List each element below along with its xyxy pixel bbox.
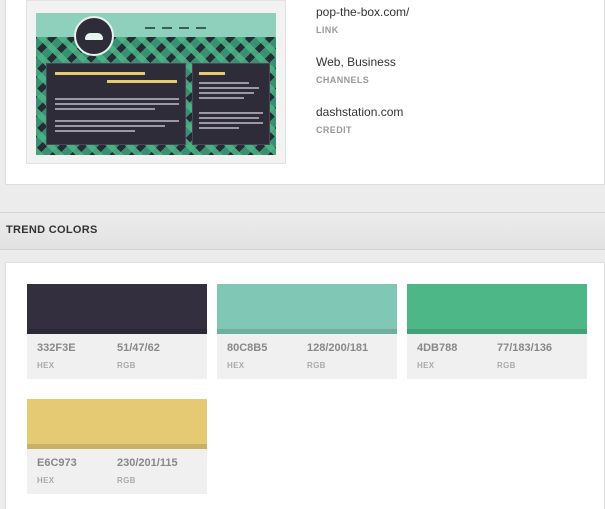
credit-value[interactable]: dashstation.com <box>316 105 403 119</box>
hex-value: 332F3E <box>37 342 76 354</box>
channels-detail: Web, Business CHANNELS <box>316 55 396 85</box>
color-chip[interactable] <box>217 284 397 334</box>
credit-detail: dashstation.com CREDIT <box>316 105 403 135</box>
trend-colors-card: 332F3E 51/47/62 HEX RGB 80C8B5 128/200/1… <box>5 262 605 509</box>
site-thumbnail[interactable] <box>36 13 276 155</box>
rgb-label: RGB <box>117 361 136 370</box>
color-chip[interactable] <box>27 284 207 334</box>
rgb-label: RGB <box>307 361 326 370</box>
channels-value[interactable]: Web, Business <box>316 55 396 69</box>
hex-label: HEX <box>37 476 55 485</box>
thumbnail-services-panel <box>192 63 270 145</box>
link-label: LINK <box>316 25 339 35</box>
color-chip[interactable] <box>407 284 587 334</box>
hex-value: 80C8B5 <box>227 342 268 354</box>
hex-label: HEX <box>227 361 245 370</box>
credit-label: CREDIT <box>316 125 352 135</box>
trend-colors-header: TREND COLORS <box>0 212 605 250</box>
section-title: TREND COLORS <box>6 224 98 236</box>
rgb-label: RGB <box>497 361 516 370</box>
thumbnail-logo <box>74 16 114 56</box>
thumbnail-content-panel <box>46 63 186 145</box>
hex-label: HEX <box>37 361 55 370</box>
site-thumbnail-frame[interactable] <box>26 0 286 164</box>
rgb-value: 128/200/181 <box>307 342 369 354</box>
site-details-card: pop-the-box.com/ LINK Web, Business CHAN… <box>5 0 605 185</box>
hex-value: 4DB788 <box>417 342 458 354</box>
link-value[interactable]: pop-the-box.com/ <box>316 5 409 19</box>
rgb-label: RGB <box>117 476 136 485</box>
color-swatch[interactable]: E6C973 230/201/115 HEX RGB <box>27 399 207 494</box>
rgb-value: 230/201/115 <box>117 457 178 469</box>
link-detail: pop-the-box.com/ LINK <box>316 5 409 35</box>
hex-label: HEX <box>417 361 435 370</box>
rgb-value: 51/47/62 <box>117 342 160 354</box>
thumbnail-nav <box>145 27 206 29</box>
color-chip[interactable] <box>27 399 207 449</box>
color-swatch[interactable]: 80C8B5 128/200/181 HEX RGB <box>217 284 397 379</box>
hex-value: E6C973 <box>37 457 77 469</box>
color-swatch[interactable]: 4DB788 77/183/136 HEX RGB <box>407 284 587 379</box>
rgb-value: 77/183/136 <box>497 342 553 354</box>
channels-label: CHANNELS <box>316 75 370 85</box>
color-swatch[interactable]: 332F3E 51/47/62 HEX RGB <box>27 284 207 379</box>
